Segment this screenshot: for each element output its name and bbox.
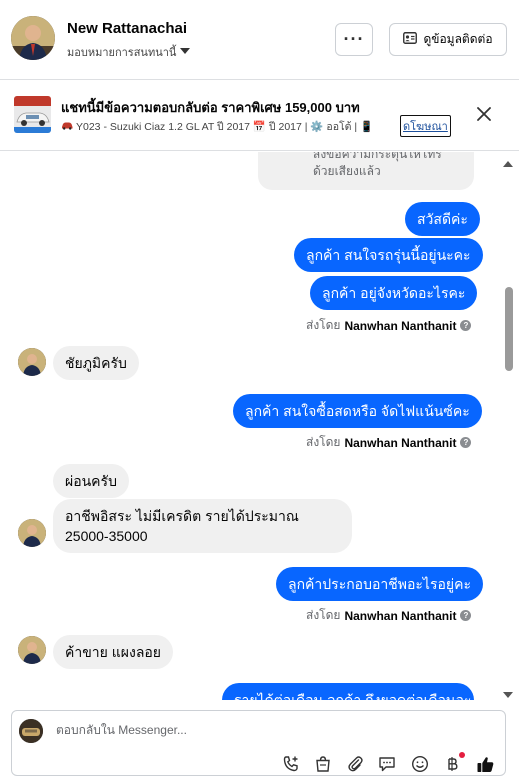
view-ad-link[interactable]: ดโฆษณา — [400, 115, 451, 137]
more-options-button[interactable]: ··· — [335, 23, 373, 56]
reply-input[interactable] — [56, 723, 476, 737]
emoji-icon[interactable] — [410, 754, 430, 774]
contact-avatar-small[interactable] — [18, 348, 46, 376]
outgoing-message[interactable]: ลูกค้า สนใจซื้อสดหรือ จัดไฟแน้นซ์คะ — [233, 394, 482, 428]
page-avatar — [19, 719, 43, 743]
contact-card-icon — [403, 32, 418, 47]
more-icon: ··· — [343, 29, 365, 49]
sent-by-label: ส่งโดย Nanwhan Nanthanit ? — [306, 606, 472, 625]
ad-subtitle: Y023 - Suzuki Ciaz 1.2 GL AT ปี 2017 📅 ป… — [61, 118, 373, 135]
phone-add-icon[interactable] — [281, 754, 301, 774]
scroll-down-arrow-icon[interactable] — [503, 686, 513, 704]
chat-bubble-icon[interactable] — [377, 754, 397, 774]
outgoing-message[interactable]: รายได้ต่อเดือน ลูกค้า ถึงยอดต่อเดือนอะ — [222, 683, 474, 700]
view-contact-info-label: ดูข้อมูลติดต่อ — [423, 32, 493, 46]
incoming-message[interactable]: ผ่อนครับ — [53, 464, 129, 498]
notification-dot — [459, 752, 465, 758]
view-contact-info-button[interactable]: ดูข้อมูลติดต่อ — [389, 23, 507, 56]
caret-down-icon — [180, 46, 191, 58]
outgoing-message[interactable]: ลูกค้า อยู่จังหวัดอะไรคะ — [310, 276, 478, 310]
paperclip-icon[interactable] — [345, 754, 365, 774]
assign-label: มอบหมายการสนทนานี้ — [67, 47, 177, 59]
help-icon[interactable]: ? — [460, 320, 472, 331]
assign-conversation-dropdown[interactable]: มอบหมายการสนทนานี้ — [67, 43, 191, 61]
outgoing-message[interactable]: สวัสดีค่ะ — [405, 202, 480, 236]
incoming-message[interactable]: ค้าขาย แผงลอย — [53, 635, 174, 669]
ad-subtitle-text: Y023 - Suzuki Ciaz 1.2 GL AT ปี 2017 📅 ป… — [76, 121, 374, 133]
close-ad-bar-button[interactable] — [474, 104, 494, 124]
contact-avatar-small[interactable] — [18, 636, 46, 664]
sender-name: Nanwhan Nanthanit — [344, 608, 457, 623]
close-icon — [477, 107, 491, 121]
system-note-bubble: ส่งข้อความกระตุ้นให้โทรด้วยเสียงแล้ว — [258, 152, 474, 190]
reply-composer — [11, 710, 506, 776]
contact-avatar[interactable] — [11, 16, 55, 60]
contact-avatar-small[interactable] — [18, 519, 46, 547]
sent-by-prefix: ส่งโดย — [306, 435, 341, 449]
help-icon[interactable]: ? — [460, 437, 472, 448]
sent-by-prefix: ส่งโดย — [306, 318, 341, 332]
scroll-up-arrow-icon[interactable] — [503, 155, 513, 173]
sent-by-label: ส่งโดย Nanwhan Nanthanit ? — [306, 316, 472, 335]
sender-name: Nanwhan Nanthanit — [344, 318, 457, 333]
help-icon[interactable]: ? — [460, 610, 472, 621]
scrollbar-thumb[interactable] — [505, 287, 513, 371]
incoming-message[interactable]: ชัยภูมิครับ — [53, 346, 139, 380]
sender-name: Nanwhan Nanthanit — [344, 435, 457, 450]
ad-title: แชทนี้มีข้อความตอบกลับต่อ ราคาพิเศษ 159,… — [61, 100, 360, 115]
car-icon — [61, 121, 73, 133]
thumbs-up-icon[interactable] — [475, 754, 495, 774]
sent-by-label: ส่งโดย Nanwhan Nanthanit ? — [306, 433, 472, 452]
shopping-bag-icon[interactable] — [313, 754, 333, 774]
incoming-message[interactable]: อาชีพอิสระ ไม่มีเครดิต รายได้ประมาณ 2500… — [53, 499, 352, 553]
outgoing-message[interactable]: ลูกค้าประกอบอาชีพอะไรอยู่คะ — [276, 567, 483, 601]
contact-name: New Rattanachai — [67, 20, 188, 37]
sent-by-prefix: ส่งโดย — [306, 608, 341, 622]
message-thread[interactable]: ส่งข้อความกระตุ้นให้โทรด้วยเสียงแล้ว สวั… — [0, 152, 519, 700]
ad-thumbnail[interactable] — [14, 96, 51, 133]
outgoing-message[interactable]: ลูกค้า สนใจรถรุ่นนี้อยู่นะคะ — [294, 238, 483, 272]
